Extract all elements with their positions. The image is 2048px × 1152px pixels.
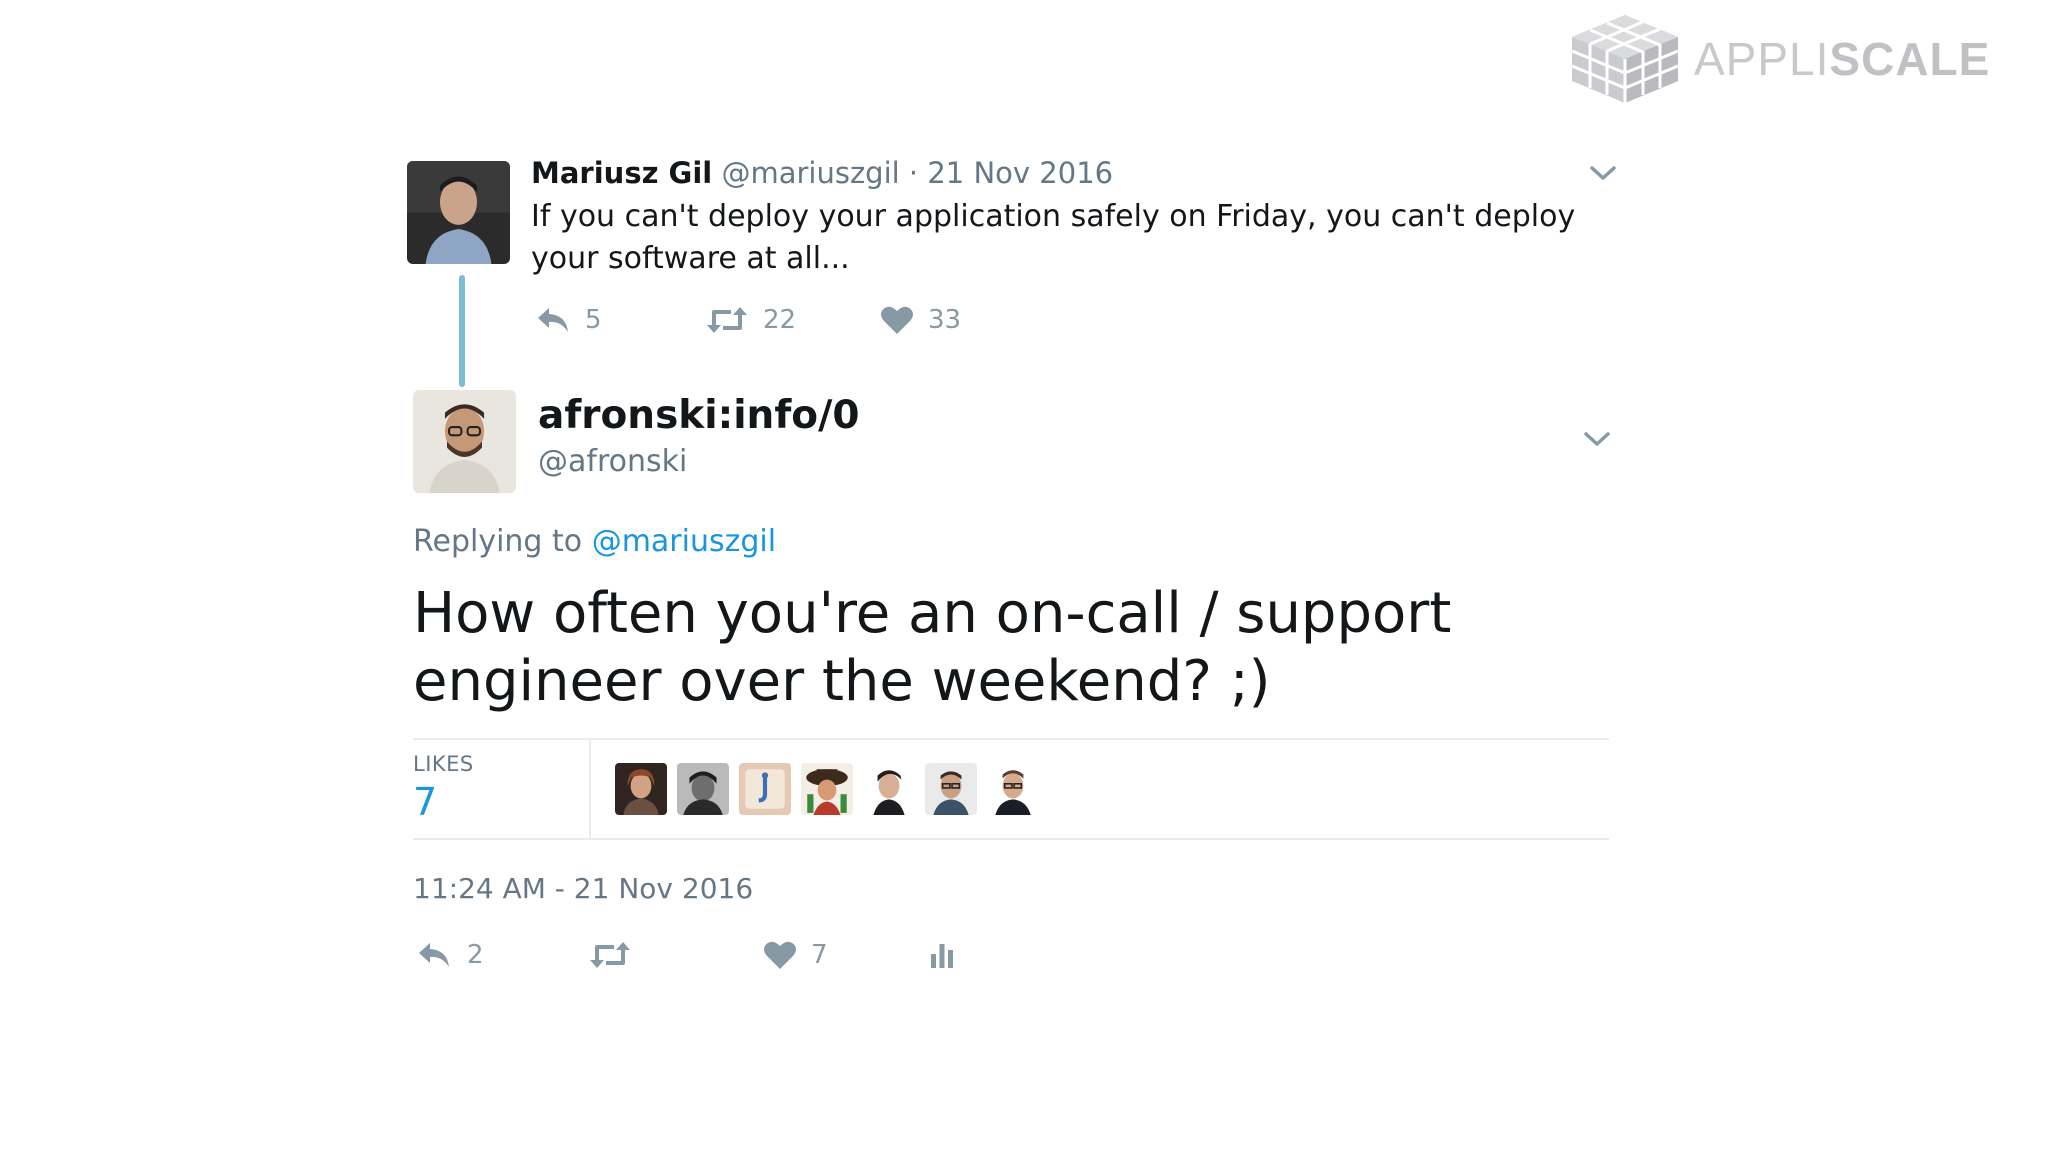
retweet-button[interactable]	[587, 940, 633, 970]
reply-count: 2	[467, 940, 484, 970]
reply-more-button[interactable]	[1580, 422, 1614, 456]
parent-tweet-header: Mariusz Gil @mariuszgil · 21 Nov 2016	[531, 156, 1113, 190]
stats-divider-bottom	[413, 838, 1609, 840]
reply-author-handle[interactable]: @afronski	[538, 444, 687, 479]
chevron-down-icon	[1584, 432, 1610, 446]
parent-author-avatar[interactable]	[407, 161, 510, 264]
analytics-icon	[931, 944, 953, 968]
tweet-timestamp[interactable]: 11:24 AM - 21 Nov 2016	[413, 872, 753, 905]
heart-icon	[881, 306, 913, 334]
header-separator: ·	[908, 156, 919, 190]
likers-avatar-list	[615, 763, 1039, 815]
reply-tweet-text: How often you're an on-call / support en…	[413, 581, 1452, 714]
liker-avatar[interactable]	[925, 763, 977, 815]
replying-to-link[interactable]: @mariuszgil	[592, 524, 776, 559]
liker-avatar[interactable]	[615, 763, 667, 815]
retweet-icon	[707, 307, 747, 333]
liker-avatar[interactable]	[739, 763, 791, 815]
brand-name-light: APPLI	[1694, 33, 1830, 85]
likes-label[interactable]: LIKES	[413, 752, 474, 776]
reply-icon	[538, 308, 568, 332]
retweet-icon	[590, 942, 630, 968]
analytics-button[interactable]	[928, 940, 956, 970]
like-button[interactable]: 7	[763, 940, 828, 970]
parent-like-button[interactable]: 33	[880, 305, 961, 335]
liker-avatar[interactable]	[801, 763, 853, 815]
liker-avatar[interactable]	[863, 763, 915, 815]
reply-author-name[interactable]: afronski:info/0	[538, 393, 859, 438]
parent-retweet-count: 22	[763, 305, 797, 335]
stats-divider-top	[413, 738, 1609, 740]
parent-tweet-date[interactable]: 21 Nov 2016	[927, 156, 1113, 190]
parent-author-name[interactable]: Mariusz Gil	[531, 156, 712, 190]
brand-name: APPLISCALE	[1694, 32, 1990, 86]
parent-author-handle[interactable]: @mariuszgil	[721, 156, 899, 190]
likes-count[interactable]: 7	[413, 780, 437, 824]
parent-more-button[interactable]	[1586, 156, 1620, 190]
reply-button[interactable]: 2	[415, 940, 484, 970]
replying-prefix: Replying to	[413, 524, 583, 559]
liker-avatar[interactable]	[987, 763, 1039, 815]
parent-reply-button[interactable]: 5	[535, 305, 602, 335]
like-count: 7	[811, 940, 828, 970]
parent-tweet-text: If you can't deploy your application saf…	[531, 199, 1576, 276]
brand-logo: APPLISCALE	[1566, 12, 1990, 106]
heart-icon	[764, 941, 796, 969]
replying-to-line: Replying to @mariuszgil	[413, 524, 776, 559]
parent-reply-count: 5	[585, 305, 602, 335]
liker-avatar[interactable]	[677, 763, 729, 815]
parent-retweet-button[interactable]: 22	[705, 305, 796, 335]
brand-name-bold: SCALE	[1829, 33, 1991, 85]
chevron-down-icon	[1590, 166, 1616, 180]
thread-line	[459, 275, 465, 387]
parent-like-count: 33	[928, 305, 962, 335]
cube-logo-icon	[1571, 15, 1679, 103]
reply-icon	[419, 943, 449, 967]
reply-author-avatar[interactable]	[413, 390, 516, 493]
stats-vertical-divider	[589, 740, 591, 838]
